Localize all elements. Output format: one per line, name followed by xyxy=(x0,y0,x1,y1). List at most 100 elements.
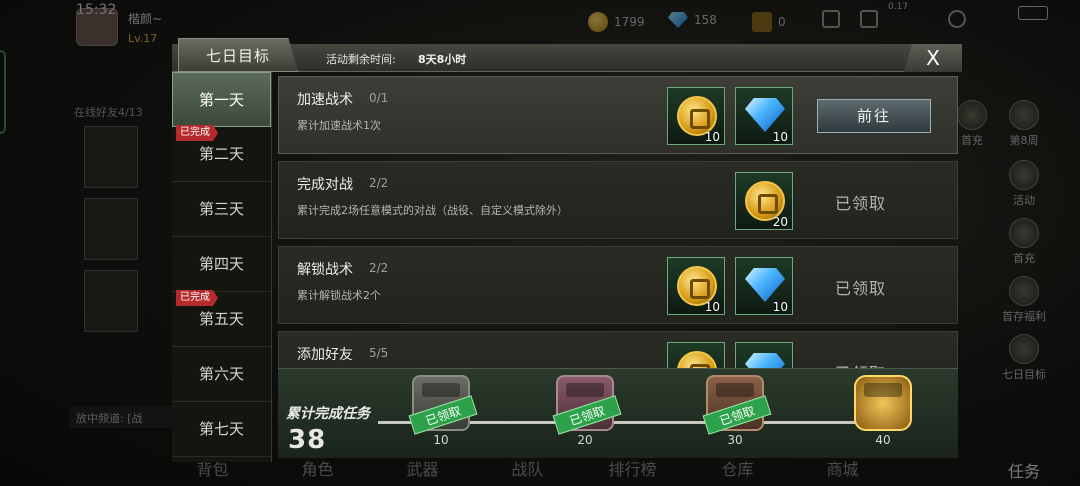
task-list[interactable]: 加速战术 0/1 累计加速战术1次 10 10 前往 完成对战 2/2 累计完成… xyxy=(278,76,958,368)
chest-icon xyxy=(864,383,902,397)
task-progress: 2/2 xyxy=(369,176,389,190)
side-drawer-handle[interactable] xyxy=(0,50,6,134)
ticket-balance: 0 xyxy=(752,12,786,32)
reward-slot[interactable]: 10 xyxy=(667,87,725,145)
reward-slot[interactable] xyxy=(667,342,725,368)
claimed-status: 已领取 xyxy=(835,360,886,368)
right-menu-item[interactable]: 第8周 xyxy=(994,100,1054,148)
completed-badge: 已完成 xyxy=(176,125,218,141)
claimed-stamp: 已领取 xyxy=(408,395,478,435)
task-title: 加速战术 xyxy=(297,92,353,108)
day-tab-list: 第一天 已完成 第二天 第三天 第四天 已完成 第五天 第六天 第七天 xyxy=(172,72,272,462)
right-menu-item[interactable]: 首存福利 xyxy=(994,276,1054,324)
task-progress: 5/5 xyxy=(369,346,389,360)
timer-label: 活动剩余时间: xyxy=(326,53,396,66)
dialog-header: 七日目标 活动剩余时间: 8天8小时 X xyxy=(172,38,962,72)
friends-online-count: 在线好友4/13 xyxy=(74,106,143,119)
task-title: 添加好友 xyxy=(297,347,353,363)
star-icon xyxy=(1009,100,1039,130)
close-icon: X xyxy=(926,46,940,70)
task-nav-button[interactable]: 任务 xyxy=(1008,458,1040,482)
activity-icon xyxy=(1009,160,1039,190)
cumulative-count: 38 xyxy=(288,425,327,455)
reward-quantity: 20 xyxy=(772,215,788,229)
friends-icon[interactable] xyxy=(860,10,878,28)
task-progress: 0/1 xyxy=(369,91,389,105)
ticket-icon xyxy=(752,12,772,32)
recharge-icon xyxy=(1009,218,1039,248)
milestone-chest-30[interactable]: 已领取 xyxy=(702,375,772,435)
add-icon[interactable] xyxy=(822,10,840,28)
milestone-value: 20 xyxy=(577,433,593,447)
diamond-icon xyxy=(745,98,785,132)
day-tab-4[interactable]: 第四天 xyxy=(172,237,271,292)
reward-slot[interactable]: 10 xyxy=(667,257,725,315)
diamond-icon xyxy=(745,268,785,302)
reward-slot[interactable]: 20 xyxy=(735,172,793,230)
close-button[interactable]: X xyxy=(904,44,962,72)
coin-balance: 1799 xyxy=(588,12,645,32)
chest-icon xyxy=(566,383,604,397)
claimed-status: 已领取 xyxy=(835,194,887,213)
task-description: 累计解锁战术2个 xyxy=(297,289,381,302)
day-tab-6[interactable]: 第六天 xyxy=(172,347,271,402)
task-description: 累计完成2场任意模式的对战（战役、自定义模式除外） xyxy=(297,204,568,217)
player-level: Lv.17 xyxy=(128,32,158,45)
reward-slot[interactable] xyxy=(735,342,793,368)
task-progress: 2/2 xyxy=(369,261,389,275)
battery-icon xyxy=(1018,6,1048,20)
task-description: 累计加速战术1次 xyxy=(297,119,381,132)
go-button[interactable]: 前往 xyxy=(817,99,931,133)
task-row: 加速战术 0/1 累计加速战术1次 10 10 前往 xyxy=(278,76,958,154)
task-title: 完成对战 xyxy=(297,177,353,193)
reward-slot[interactable]: 10 xyxy=(735,257,793,315)
task-row: 添加好友 5/5 已领取 xyxy=(278,331,958,368)
reward-quantity: 10 xyxy=(704,300,720,314)
chest-icon xyxy=(422,383,460,397)
task-title: 解锁战术 xyxy=(297,262,353,278)
claimed-stamp: 已领取 xyxy=(552,395,622,435)
gem-balance: 158 xyxy=(668,12,717,28)
milestone-chest-40[interactable] xyxy=(854,375,912,431)
player-name: 楷颜~ xyxy=(128,12,163,26)
friend-card[interactable] xyxy=(84,270,138,332)
right-menu-item[interactable]: 首充 xyxy=(994,218,1054,266)
task-row: 解锁战术 2/2 累计解锁战术2个 10 10 已领取 xyxy=(278,246,958,324)
cumulative-label: 累计完成任务 xyxy=(286,406,370,422)
reward-quantity: 10 xyxy=(772,300,788,314)
clock-text: 15:32 xyxy=(76,2,117,18)
day-tab-7[interactable]: 第七天 xyxy=(172,402,271,457)
claimed-stamp: 已领取 xyxy=(702,395,772,435)
friend-card[interactable] xyxy=(84,126,138,188)
milestone-value: 30 xyxy=(727,433,743,447)
day-tab-3[interactable]: 第三天 xyxy=(172,182,271,237)
reward-slot[interactable]: 10 xyxy=(735,87,793,145)
cumulative-progress-panel: 累计完成任务 38 已领取 10 已领取 20 已领取 30 40 xyxy=(278,368,958,458)
gem-icon xyxy=(668,12,688,28)
claimed-status: 已领取 xyxy=(835,279,887,298)
network-speed: 0.17 xyxy=(888,2,909,12)
milestone-value: 40 xyxy=(875,433,891,447)
milestone-value: 10 xyxy=(433,433,449,447)
day-tab-1[interactable]: 第一天 xyxy=(172,72,271,127)
target-icon xyxy=(1009,334,1039,364)
task-row: 完成对战 2/2 累计完成2场任意模式的对战（战役、自定义模式除外） 20 已领… xyxy=(278,161,958,239)
friend-card[interactable] xyxy=(84,198,138,260)
seven-day-goal-dialog: 七日目标 活动剩余时间: 8天8小时 X 第一天 已完成 第二天 第三天 第四天 … xyxy=(172,38,962,462)
timer-value: 8天8小时 xyxy=(418,53,467,66)
settings-gear-icon[interactable] xyxy=(948,10,966,28)
completed-badge: 已完成 xyxy=(176,290,218,306)
right-menu-item[interactable]: 活动 xyxy=(994,160,1054,208)
milestone-chest-20[interactable]: 已领取 xyxy=(552,375,622,435)
day-tab-5[interactable]: 已完成 第五天 xyxy=(172,290,271,347)
diamond-icon xyxy=(745,353,785,368)
coin-icon xyxy=(677,351,717,368)
status-bar: 15:32 楷颜~ Lv.17 1799 158 0 0.17 xyxy=(0,0,1080,46)
dialog-title: 七日目标 xyxy=(178,38,298,72)
day-tab-2[interactable]: 已完成 第二天 xyxy=(172,125,271,182)
coin-icon xyxy=(588,12,608,32)
right-menu-item[interactable]: 七日目标 xyxy=(994,334,1054,382)
reward-quantity: 10 xyxy=(704,130,720,144)
milestone-chest-10[interactable]: 已领取 xyxy=(408,375,478,435)
reward-quantity: 10 xyxy=(772,130,788,144)
